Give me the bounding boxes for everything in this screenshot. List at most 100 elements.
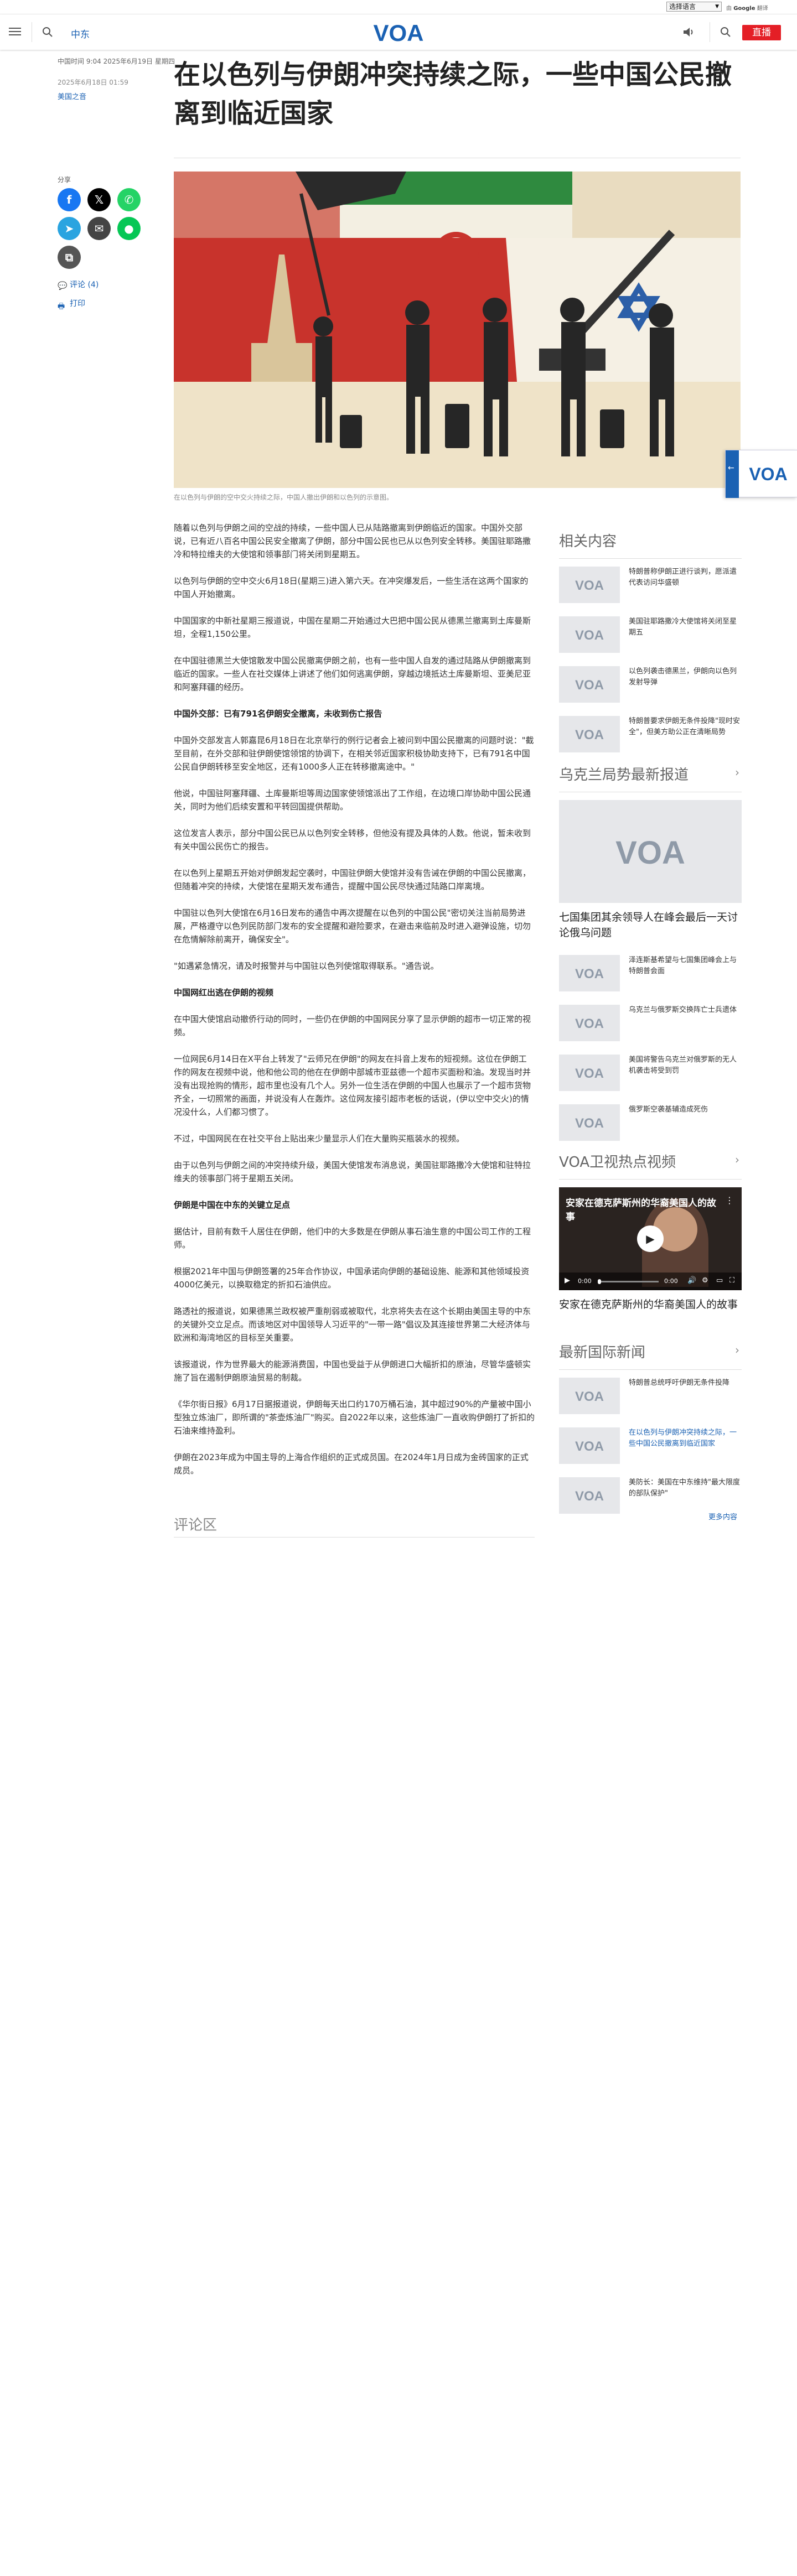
ukraine-item[interactable]: VOA 俄罗斯空袭基辅造成死伤 [559, 1104, 742, 1154]
image-caption: 在以色列与伊朗的空中交火持续之际，中国人撤出伊朗和以色列的示意图。 [174, 494, 394, 501]
translate-label: 翻译 [757, 6, 768, 12]
svg-text:VOA: VOA [575, 1016, 604, 1030]
thumbnail[interactable]: VOA [559, 1477, 620, 1514]
comments-link[interactable]: 💬 评论 (4) [58, 279, 99, 290]
play-icon[interactable]: ▶ [637, 1225, 664, 1252]
article-author-link[interactable]: 美国之音 [58, 91, 86, 101]
list-item-title[interactable]: 泽连斯基希望与七国集团峰会上与特朗普会面 [620, 955, 742, 1005]
settings-icon[interactable]: ⚙ [702, 1276, 708, 1285]
svg-text:VOA: VOA [575, 1389, 604, 1403]
google-label: Google [733, 6, 755, 12]
list-item-title[interactable]: 乌克兰与俄罗斯交换阵亡士兵遗体 [620, 1005, 737, 1055]
latest-news-heading[interactable]: 最新国际新闻 › [559, 1341, 742, 1362]
voa-placeholder-logo: VOA [575, 578, 604, 591]
ukraine-item[interactable]: VOA 泽连斯基希望与七国集团峰会上与特朗普会面 [559, 955, 742, 1005]
facebook-share-icon[interactable]: f [58, 188, 81, 211]
article-paragraph: "如遇紧急情况，请及时报警并与中国驻以色列使馆取得联系。"通告说。 [174, 961, 439, 971]
list-item-title[interactable]: 俄罗斯空袭基辅造成死伤 [620, 1104, 708, 1154]
google-translate-credit[interactable]: 由 Google 翻译 [726, 3, 768, 12]
video-player[interactable]: 安家在德克萨斯州的华裔美国人的故事 ⋮ ▶ ▶ 0:00 0:00 🔊 ⚙ ▭ … [559, 1187, 742, 1290]
svg-text:VOA: VOA [575, 678, 604, 691]
article-paragraph: 他说，中国驻阿塞拜疆、土库曼斯坦等周边国家使领馆派出了工作组，在边境口岸协助中国… [174, 788, 531, 812]
article-paragraph: 不过，中国网民在在社交平台上贴出来少量显示人们在大量购买瓶装水的视频。 [174, 1134, 465, 1144]
ukraine-item[interactable]: VOA 乌克兰与俄罗斯交换阵亡士兵遗体 [559, 1005, 742, 1055]
article-paragraph: 该报道说，作为世界最大的能源消费国，中国也受益于从伊朗进口大幅折扣的原油，尽管华… [174, 1359, 531, 1383]
news-item[interactable]: VOA 在以色列与伊朗冲突持续之际，一些中国公民撤离到临近国家 [559, 1427, 742, 1477]
thumbnail[interactable]: VOA [559, 666, 620, 703]
email-share-icon[interactable]: ✉ [87, 217, 111, 240]
article-paragraph: 中国外交部发言人郭嘉昆6月18日在北京举行的例行记者会上被问到中国公民撤离的问题… [174, 735, 534, 772]
voa-logo: VOA [749, 464, 787, 484]
line-share-icon[interactable]: ● [117, 217, 141, 240]
thumbnail[interactable]: VOA [559, 1378, 620, 1414]
print-icon: 🖶 [58, 302, 65, 311]
comment-icon: 💬 [58, 282, 68, 290]
article-timestamp-header: 中国时间 9:04 2025年6月19日 星期四 [58, 58, 175, 65]
video-overlay-title: 安家在德克萨斯州的华裔美国人的故事 [566, 1198, 716, 1223]
video-progress[interactable] [598, 1279, 659, 1284]
thumbnail[interactable]: VOA [559, 567, 620, 603]
list-item-title[interactable]: 美国驻耶路撒冷大使馆将关闭至星期五 [620, 616, 742, 666]
play-small-icon[interactable]: ▶ [565, 1276, 570, 1285]
copy-link-icon[interactable]: ⧉ [58, 246, 81, 269]
telegram-share-icon[interactable]: ➤ [58, 217, 81, 240]
chevron-right-icon: › [735, 1343, 739, 1357]
x-share-icon[interactable]: 𝕏 [87, 188, 111, 211]
comments-link-label: 评论 (4) [70, 281, 99, 289]
list-item-title[interactable]: 以色列袭击德黑兰，伊朗向以色列发射导弹 [620, 666, 742, 716]
list-item-title[interactable]: 特朗普要求伊朗无条件投降"现时安全"，但美方助公正在清晰局势 [620, 716, 742, 766]
article-paragraph: 在中国驻德黑兰大使馆散发中国公民撤离伊朗之前，也有一些中国人自发的通过陆路从伊朗… [174, 656, 531, 692]
floating-live-widget[interactable]: ← VOA [725, 450, 797, 498]
language-select[interactable]: 选择语言 ▼ [666, 2, 722, 12]
list-item-title[interactable]: 在以色列与伊朗冲突持续之际，一些中国公民撤离到临近国家 [620, 1427, 742, 1477]
related-heading: 相关内容 [559, 533, 617, 550]
voa-placeholder-logo: VOA [575, 1389, 604, 1403]
thumbnail[interactable]: VOA [559, 716, 620, 752]
live-button[interactable]: 直播 [742, 25, 781, 40]
thumbnail[interactable]: VOA [559, 1104, 620, 1141]
thumbnail[interactable]: VOA [559, 616, 620, 653]
whatsapp-share-icon[interactable]: ✆ [117, 188, 141, 211]
more-content-link[interactable]: 更多内容 [708, 1511, 737, 1521]
news-item[interactable]: VOA 特朗普总统呼吁伊朗无条件投降 [559, 1378, 742, 1427]
menu-icon[interactable] [9, 25, 21, 38]
captions-icon[interactable]: ▭ [716, 1276, 723, 1285]
video-caption-title[interactable]: 安家在德克萨斯州的华裔美国人的故事 [559, 1297, 742, 1312]
print-link-label: 打印 [70, 299, 85, 308]
svg-text:VOA: VOA [575, 1066, 604, 1079]
list-item-title[interactable]: 美国将警告乌克兰对俄罗斯的无人机袭击将受到罚 [620, 1055, 742, 1104]
article-title: 在以色列与伊朗冲突持续之际，一些中国公民撤离到临近国家 [174, 59, 732, 129]
search-icon[interactable] [41, 25, 54, 39]
thumbnail[interactable]: VOA [559, 1005, 620, 1041]
widget-expand-tab[interactable]: ← [726, 450, 739, 498]
svg-text:VOA: VOA [575, 578, 604, 591]
print-link[interactable]: 🖶 打印 [58, 298, 85, 311]
svg-text:VOA: VOA [615, 835, 685, 868]
volume-icon[interactable]: 🔊 [687, 1276, 696, 1285]
ukraine-heading-label: 乌克兰局势最新报道 [559, 767, 689, 783]
section-heading: 中国外交部：已有791名伊朗安全撤离，未收到伤亡报告 [174, 709, 382, 719]
article-paragraph: 据估计，目前有数千人居住在伊朗，他们中的大多数是在伊朗从事石油生意的中国公司工作… [174, 1227, 531, 1250]
thumbnail[interactable]: VOA [559, 1427, 620, 1464]
related-item[interactable]: VOA 美国驻耶路撒冷大使馆将关闭至星期五 [559, 616, 742, 666]
more-options-icon[interactable]: ⋮ [725, 1195, 734, 1206]
divider [559, 558, 742, 559]
related-item[interactable]: VOA 特朗普称伊朗正进行谈判，愿派遣代表访问华盛顿 [559, 567, 742, 616]
fullscreen-icon[interactable]: ⛶ [729, 1276, 734, 1285]
svg-text:VOA: VOA [575, 628, 604, 641]
ukraine-item[interactable]: VOA 美国将警告乌克兰对俄罗斯的无人机袭击将受到罚 [559, 1055, 742, 1104]
svg-text:VOA: VOA [575, 967, 604, 980]
video-heading[interactable]: VOA卫视热点视频 › [559, 1151, 742, 1171]
chevron-left-icon: ← [728, 464, 734, 472]
related-item[interactable]: VOA 特朗普要求伊朗无条件投降"现时安全"，但美方助公正在清晰局势 [559, 716, 742, 766]
thumbnail[interactable]: VOA [559, 955, 620, 991]
list-item-title[interactable]: 特朗普总统呼吁伊朗无条件投降 [620, 1378, 729, 1427]
ukraine-heading[interactable]: 乌克兰局势最新报道 › [559, 764, 742, 784]
ukraine-main-image[interactable]: VOA [559, 800, 742, 903]
list-item-title[interactable]: 特朗普称伊朗正进行谈判，愿派遣代表访问华盛顿 [620, 567, 742, 616]
related-item[interactable]: VOA 以色列袭击德黑兰，伊朗向以色列发射导弹 [559, 666, 742, 716]
thumbnail[interactable]: VOA [559, 1055, 620, 1091]
ukraine-main-title[interactable]: 七国集团其余领导人在峰会最后一天讨论俄乌问题 [559, 910, 742, 941]
chevron-down-icon: ▼ [715, 4, 719, 9]
section-link[interactable]: 中东 [71, 27, 90, 40]
